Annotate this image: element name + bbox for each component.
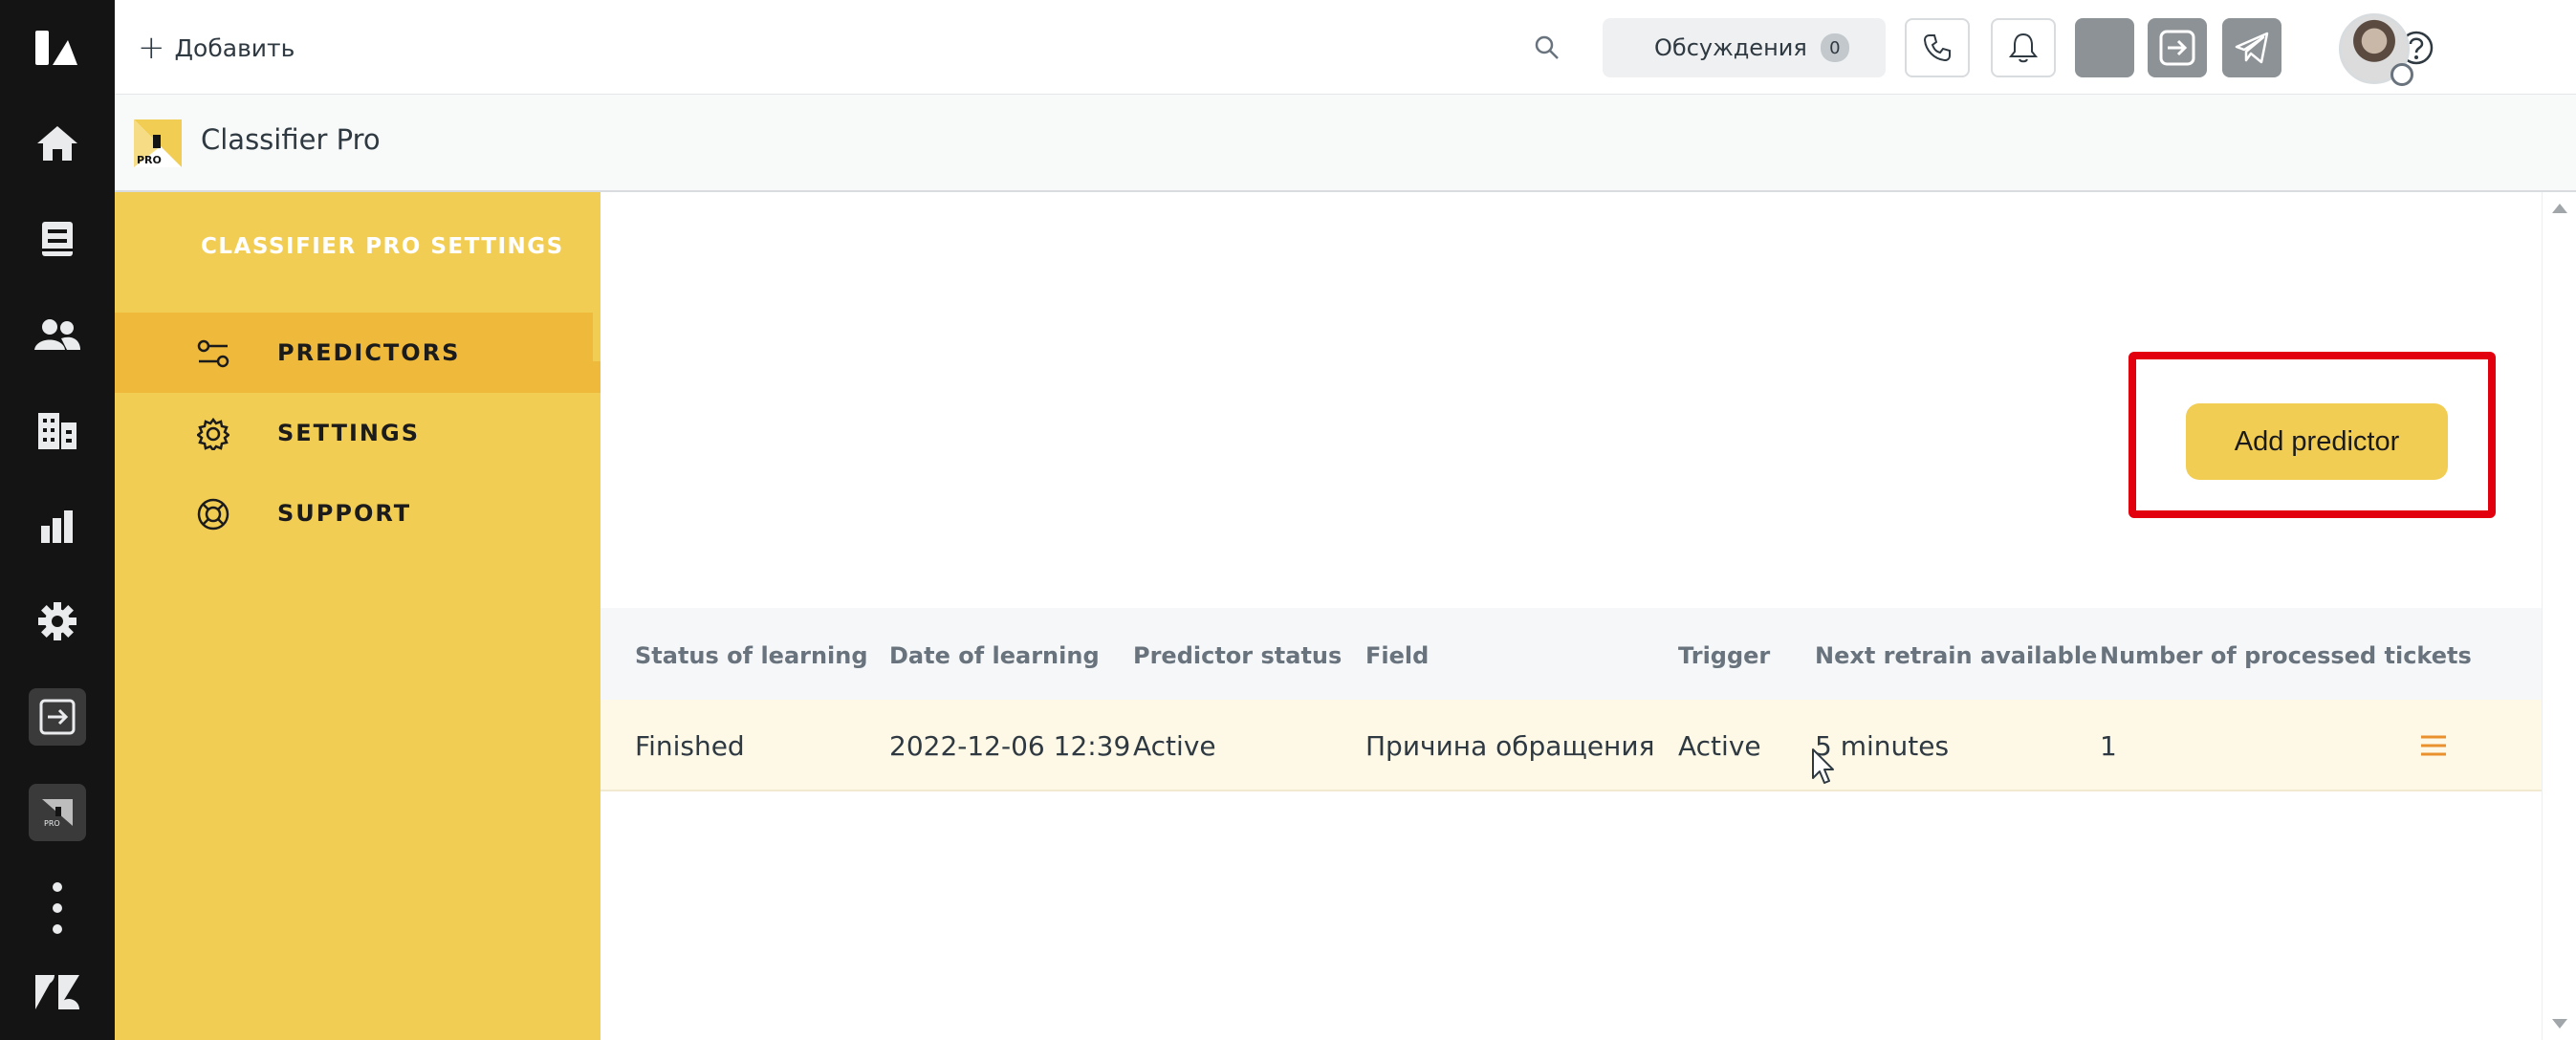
- integration-app-button[interactable]: [0, 669, 115, 765]
- more-apps-icon[interactable]: [0, 860, 115, 956]
- column-header[interactable]: Number of processed tickets: [2100, 642, 2472, 669]
- sidebar-title: CLASSIFIER PRO SETTINGS: [201, 234, 564, 259]
- column-header[interactable]: Status of learning: [635, 642, 868, 669]
- reporting-icon[interactable]: [0, 478, 115, 574]
- settings-sidebar: CLASSIFIER PRO SETTINGS PREDICTORS SETTI…: [115, 192, 600, 1040]
- add-button-label: Добавить: [174, 33, 295, 62]
- customers-icon[interactable]: [0, 287, 115, 382]
- status-of-learning-cell: Finished: [635, 730, 745, 762]
- add-button[interactable]: + Добавить: [138, 27, 295, 69]
- discussions-button[interactable]: Обсуждения 0: [1603, 18, 1886, 77]
- predictor-status-cell: Active: [1133, 730, 1216, 762]
- switch-app-icon[interactable]: [2148, 18, 2207, 77]
- organizations-icon[interactable]: [0, 382, 115, 478]
- scroll-down-arrow-icon[interactable]: [2552, 1019, 2567, 1029]
- home-icon[interactable]: [0, 96, 115, 191]
- table-row[interactable]: Finished 2022-12-06 12:39 Active Причина…: [600, 700, 2542, 791]
- zendesk-logo-icon[interactable]: [0, 0, 115, 96]
- sidebar-item-label: SUPPORT: [277, 500, 412, 527]
- processed-tickets-cell: 1: [2100, 730, 2117, 762]
- plus-icon: +: [138, 29, 165, 67]
- vertical-scrollbar[interactable]: [2542, 192, 2576, 1040]
- table-header: Status of learning Date of learning Pred…: [600, 608, 2542, 700]
- trigger-cell: Active: [1678, 730, 1761, 762]
- zendesk-brand-icon: [0, 944, 115, 1040]
- product-rail: PRO: [0, 0, 115, 1040]
- classifier-pro-app-button[interactable]: PRO: [0, 765, 115, 860]
- app-placeholder-icon[interactable]: [2075, 18, 2134, 77]
- search-icon[interactable]: [1528, 29, 1566, 67]
- admin-gear-icon[interactable]: [0, 574, 115, 669]
- app-header: PRO Classifier Pro: [115, 95, 2576, 192]
- lifebuoy-icon: [197, 498, 229, 531]
- svg-text:PRO: PRO: [44, 819, 60, 828]
- column-header[interactable]: Field: [1365, 642, 1429, 669]
- add-predictor-button[interactable]: Add predictor: [2186, 403, 2448, 480]
- gear-icon: [197, 418, 229, 450]
- app-window: PRO + Добавить Обсуждения 0 PRO Classifi…: [0, 0, 2576, 1040]
- classifier-pro-icon: PRO: [29, 784, 86, 841]
- row-menu-icon[interactable]: [2419, 734, 2448, 757]
- svg-text:PRO: PRO: [137, 154, 162, 166]
- status-dot-icon: [2390, 63, 2413, 86]
- switch-app-icon: [29, 688, 86, 746]
- field-cell: Причина обращения: [1365, 730, 1655, 762]
- sidebar-item-label: PREDICTORS: [277, 339, 461, 366]
- mouse-cursor-icon: [1812, 748, 1834, 784]
- date-of-learning-cell: 2022-12-06 12:39: [889, 730, 1131, 762]
- scroll-up-arrow-icon[interactable]: [2552, 204, 2567, 213]
- sidebar-item-support[interactable]: SUPPORT: [115, 473, 600, 553]
- discussions-count-badge: 0: [1820, 33, 1849, 62]
- sidebar-item-settings[interactable]: SETTINGS: [115, 393, 600, 473]
- app-title: Classifier Pro: [201, 123, 381, 156]
- views-icon[interactable]: [0, 191, 115, 287]
- column-header[interactable]: Next retrain available: [1815, 642, 2097, 669]
- column-header[interactable]: Date of learning: [889, 642, 1100, 669]
- column-header[interactable]: Predictor status: [1133, 642, 1342, 669]
- predictors-icon: [197, 339, 229, 368]
- sidebar-item-predictors[interactable]: PREDICTORS: [115, 313, 600, 393]
- top-bar: + Добавить Обсуждения 0: [115, 0, 2576, 95]
- telegram-icon[interactable]: [2222, 18, 2281, 77]
- sidebar-item-label: SETTINGS: [277, 420, 420, 446]
- column-header[interactable]: Trigger: [1678, 642, 1770, 669]
- discussions-label: Обсуждения: [1654, 34, 1807, 61]
- classifier-pro-logo-icon: PRO: [134, 119, 182, 167]
- phone-icon[interactable]: [1905, 18, 1970, 77]
- notifications-bell-icon[interactable]: [1991, 18, 2056, 77]
